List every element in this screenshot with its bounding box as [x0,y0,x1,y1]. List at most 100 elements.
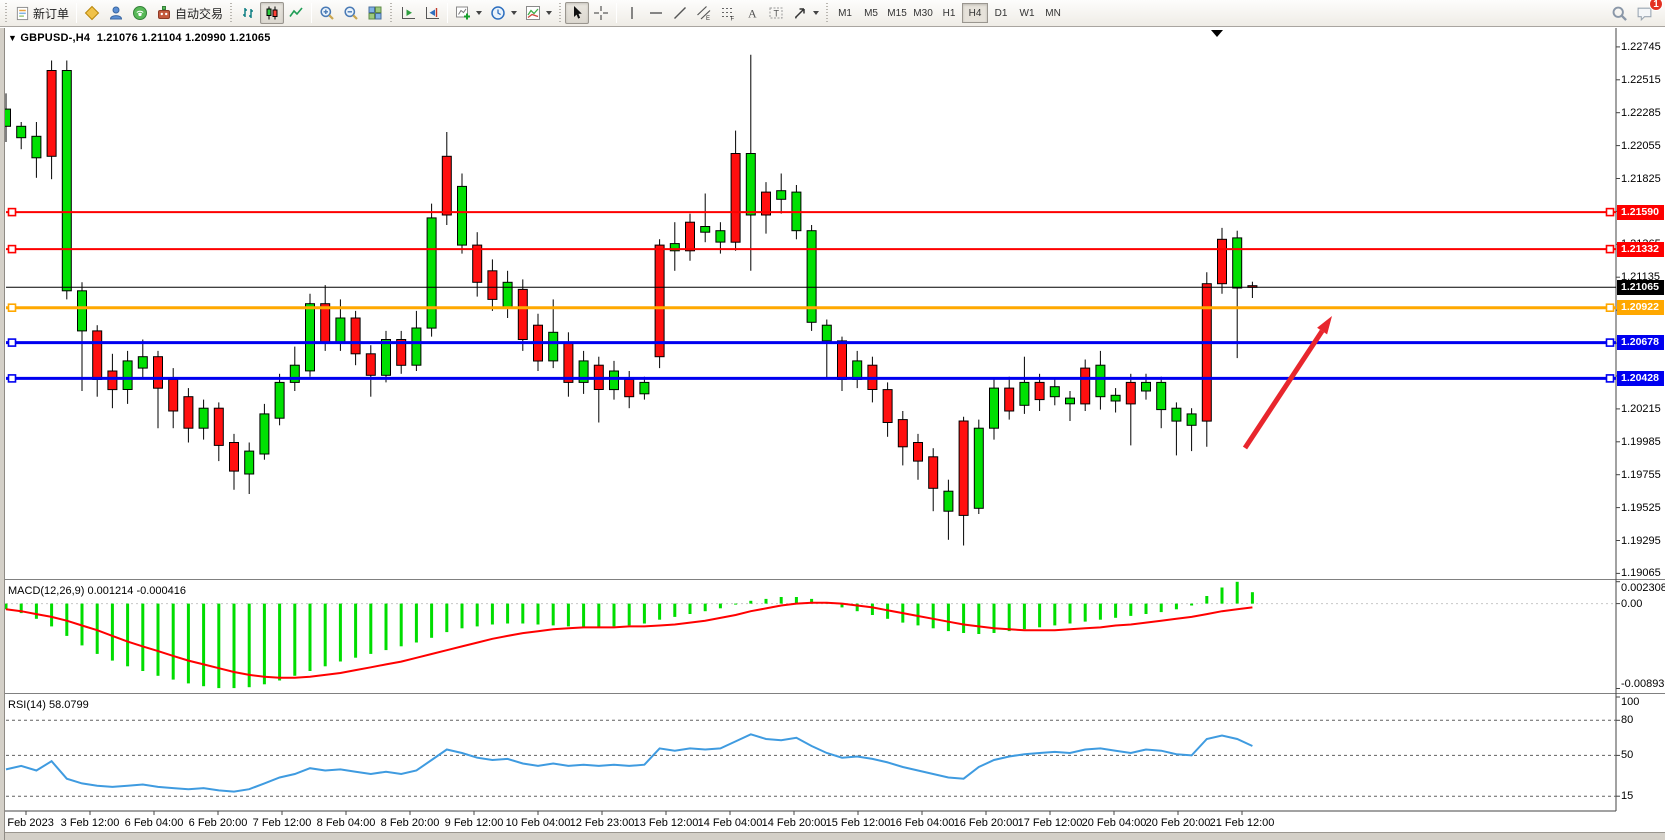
fibonacci-button[interactable]: F [716,2,740,24]
macd-bar [1038,604,1041,628]
line-handle[interactable] [9,246,16,253]
bar-chart-icon [240,5,256,21]
timeframe-m5[interactable]: M5 [858,3,884,23]
timeframe-m1[interactable]: M1 [832,3,858,23]
equidistant-channel-button[interactable]: E [692,2,716,24]
candle-body [1020,382,1029,405]
macd-bar [1114,604,1117,618]
market-watch-button[interactable] [104,2,128,24]
timeframe-mn[interactable]: MN [1040,3,1066,23]
line-handle[interactable] [9,304,16,311]
templates-button[interactable] [521,2,556,24]
macd-bar [187,604,190,684]
macd-bar [96,604,99,654]
macd-bar [157,604,160,676]
toolbar-grip[interactable] [558,3,563,23]
timeframe-d1[interactable]: D1 [988,3,1014,23]
macd-bar [309,604,312,671]
price-chart-canvas[interactable] [0,28,1665,840]
new-order-label: 新订单 [33,5,69,22]
candle-body [1233,238,1242,288]
candle-body [488,271,497,300]
notifications-button[interactable]: 1 [1632,2,1657,24]
candle-body [138,357,147,368]
candle-body [306,304,315,371]
macd-bar [278,604,281,681]
signals-button[interactable] [128,2,152,24]
zoom-in-button[interactable] [315,2,339,24]
candle-body [442,156,451,215]
macd-bar [582,604,585,628]
trendline-button[interactable] [668,2,692,24]
mql5-button[interactable] [80,2,104,24]
bar-chart-button[interactable] [236,2,260,24]
timeframe-m30[interactable]: M30 [910,3,936,23]
toolbar-grip[interactable] [389,3,394,23]
line-handle[interactable] [1607,209,1614,216]
toolbar-grip[interactable] [4,3,9,23]
line-chart-button[interactable] [284,2,308,24]
timeframe-m15[interactable]: M15 [884,3,910,23]
search-button[interactable] [1607,2,1632,24]
arrows-button[interactable] [788,2,823,24]
text-button[interactable]: A [740,2,764,24]
macd-bar [537,604,540,625]
macd-bar [673,604,676,617]
macd-bar [962,604,965,633]
timeframe-h4[interactable]: H4 [962,3,988,23]
periods-button[interactable] [486,2,521,24]
horizontal-line-button[interactable] [644,2,668,24]
search-icon [1611,5,1628,22]
zoom-out-button[interactable] [339,2,363,24]
svg-text:A: A [748,7,757,21]
auto-scroll-button[interactable] [396,2,420,24]
timeframe-bar: M1M5M15M30H1H4D1W1MN [832,3,1066,23]
add-indicator-button[interactable] [451,2,486,24]
new-order-button[interactable]: 新订单 [11,2,73,24]
timeframe-w1[interactable]: W1 [1014,3,1040,23]
timeframe-h1[interactable]: H1 [936,3,962,23]
candle-body [564,342,573,382]
macd-bar [354,604,357,658]
toolbar-grip[interactable] [229,3,234,23]
candle-body [473,245,482,282]
macd-bar [704,604,707,612]
line-handle[interactable] [1607,375,1614,382]
line-handle[interactable] [1607,246,1614,253]
tile-windows-icon [367,5,383,21]
toolbar-grip[interactable] [825,3,830,23]
macd-bar [780,597,783,604]
auto-trading-button[interactable]: 自动交易 [152,2,227,24]
chevron-down-icon [813,11,819,15]
line-handle[interactable] [1607,339,1614,346]
chevron-down-icon [546,11,552,15]
candlestick-chart-button[interactable] [260,2,284,24]
candle-body [154,357,163,389]
text-label-button[interactable]: T [764,2,788,24]
line-handle[interactable] [9,339,16,346]
tile-windows-button[interactable] [363,2,387,24]
line-handle[interactable] [9,209,16,216]
candle-body [686,222,695,251]
cursor-button[interactable] [565,2,589,24]
auto-trading-label: 自动交易 [175,5,223,22]
line-handle[interactable] [9,375,16,382]
macd-bar [613,604,616,627]
signals-icon [132,5,148,21]
candle-body [47,71,56,157]
candle-body [838,341,847,380]
macd-bar [202,604,205,687]
crosshair-button[interactable] [589,2,613,24]
macd-bar [385,604,388,651]
macd-bar [293,604,296,676]
macd-bar [932,604,935,629]
candle-body [898,420,907,447]
candle-body [412,328,421,365]
vertical-line-button[interactable] [620,2,644,24]
chart-shift-button[interactable] [420,2,444,24]
chevron-down-icon[interactable]: ▼ [8,33,17,43]
chart-shift-marker[interactable] [1211,30,1223,37]
text-label-icon: T [768,5,784,21]
line-handle[interactable] [1607,304,1614,311]
trend-arrow[interactable] [1245,331,1322,448]
